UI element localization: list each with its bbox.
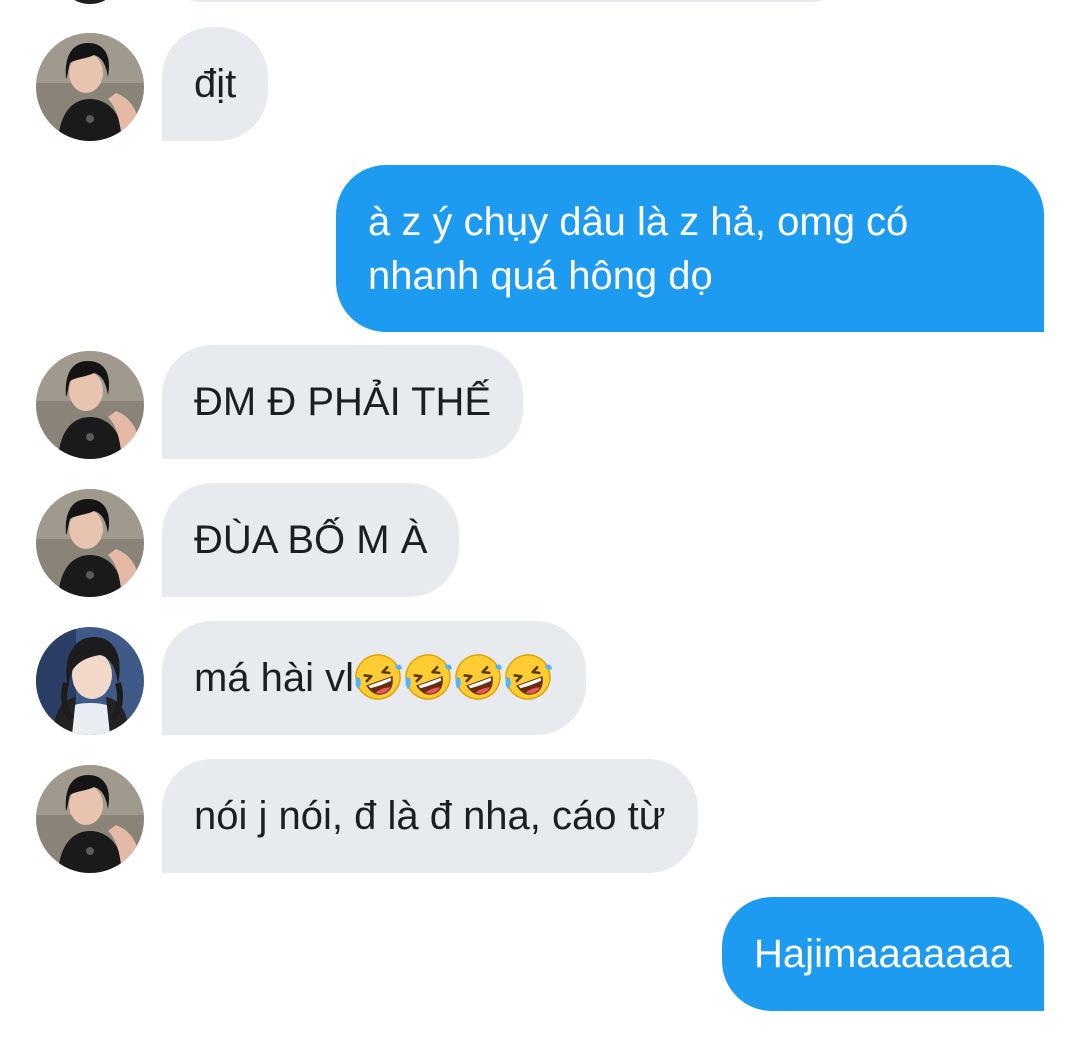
message-text: ĐÙA BỐ M À <box>194 518 428 562</box>
message-bubble[interactable]: địt <box>162 27 269 141</box>
avatar-friend1[interactable] <box>36 33 144 141</box>
avatar-friend1[interactable] <box>36 489 144 597</box>
message-bubble[interactable]: má hài vl <box>162 621 587 735</box>
rolling-on-the-floor-laughing-icon <box>355 654 403 701</box>
avatar-partial <box>58 0 122 4</box>
message-bubble-outgoing[interactable]: Hajimaaaaaaa <box>722 897 1044 1011</box>
message-bubble[interactable]: ĐM Đ PHẢI THẾ <box>162 345 524 459</box>
message-text-line: à z ý chụy dâu là z hả, omg có <box>368 200 909 244</box>
avatar-friend1[interactable] <box>36 351 144 459</box>
message-text: má hài vl <box>194 656 355 700</box>
avatar-friend1[interactable] <box>36 765 144 873</box>
message-bubble[interactable]: ĐÙA BỐ M À <box>162 483 460 597</box>
emoji-row <box>354 654 554 701</box>
message-text: ĐM Đ PHẢI THẾ <box>194 380 492 424</box>
avatar-friend2[interactable] <box>36 627 144 735</box>
message-text-line: nhanh quá hông dọ <box>368 254 713 298</box>
message-bubble-outgoing[interactable]: à z ý chụy dâu là z hả, omg có nhanh quá… <box>336 165 1044 332</box>
rolling-on-the-floor-laughing-icon <box>455 654 503 701</box>
rolling-on-the-floor-laughing-icon <box>505 654 553 701</box>
message-text: Hajimaaaaaaa <box>754 932 1012 976</box>
message-bubble[interactable]: nói j nói, đ là đ nha, cáo từ <box>162 759 698 873</box>
message-text: địt <box>194 62 237 106</box>
rolling-on-the-floor-laughing-icon <box>405 654 453 701</box>
message-text: nói j nói, đ là đ nha, cáo từ <box>194 794 666 838</box>
message-bubble-partial <box>162 0 852 2</box>
